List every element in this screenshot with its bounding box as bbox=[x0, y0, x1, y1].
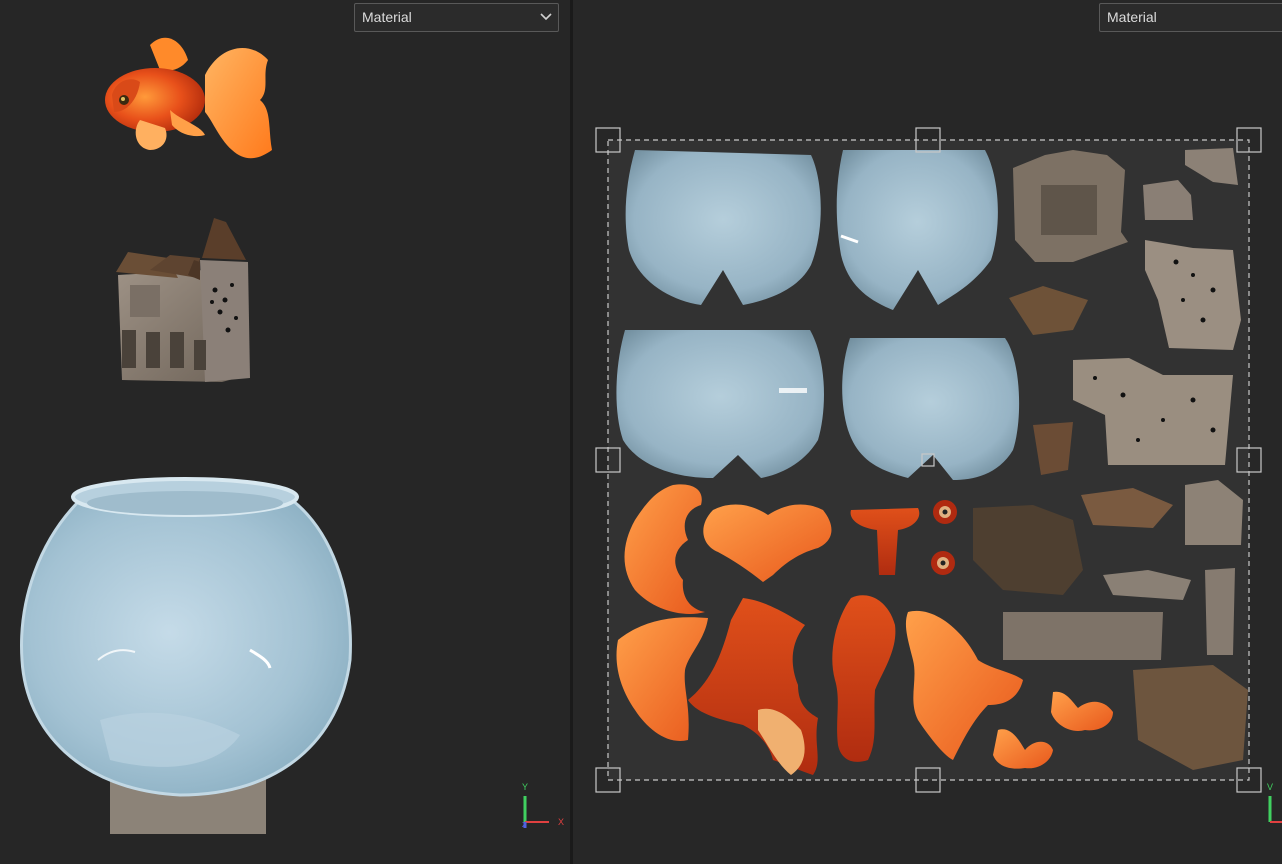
chevron-down-icon bbox=[540, 13, 552, 21]
viewport-3d[interactable]: Material Y X Z bbox=[0, 0, 570, 864]
axis-y-label: Y bbox=[522, 782, 529, 792]
uv-layout[interactable] bbox=[573, 0, 1282, 864]
castle-model[interactable] bbox=[116, 218, 250, 382]
uv-material-dropdown[interactable]: Material bbox=[1099, 3, 1282, 32]
material-dropdown-label: Material bbox=[362, 9, 412, 25]
goldfish-model[interactable] bbox=[105, 37, 272, 159]
uv-material-dropdown-label: Material bbox=[1107, 9, 1157, 25]
fishbowl-model[interactable] bbox=[20, 477, 352, 834]
scene-3d[interactable] bbox=[0, 0, 570, 864]
axis-x-label: X bbox=[558, 817, 565, 827]
material-dropdown[interactable]: Material bbox=[354, 3, 559, 32]
uv-axis-v-label: V bbox=[1267, 782, 1274, 792]
axis-gizmo: Y X Z bbox=[515, 782, 570, 832]
axis-z-label: Z bbox=[522, 822, 527, 829]
viewport-uv[interactable]: V Material bbox=[573, 0, 1282, 864]
